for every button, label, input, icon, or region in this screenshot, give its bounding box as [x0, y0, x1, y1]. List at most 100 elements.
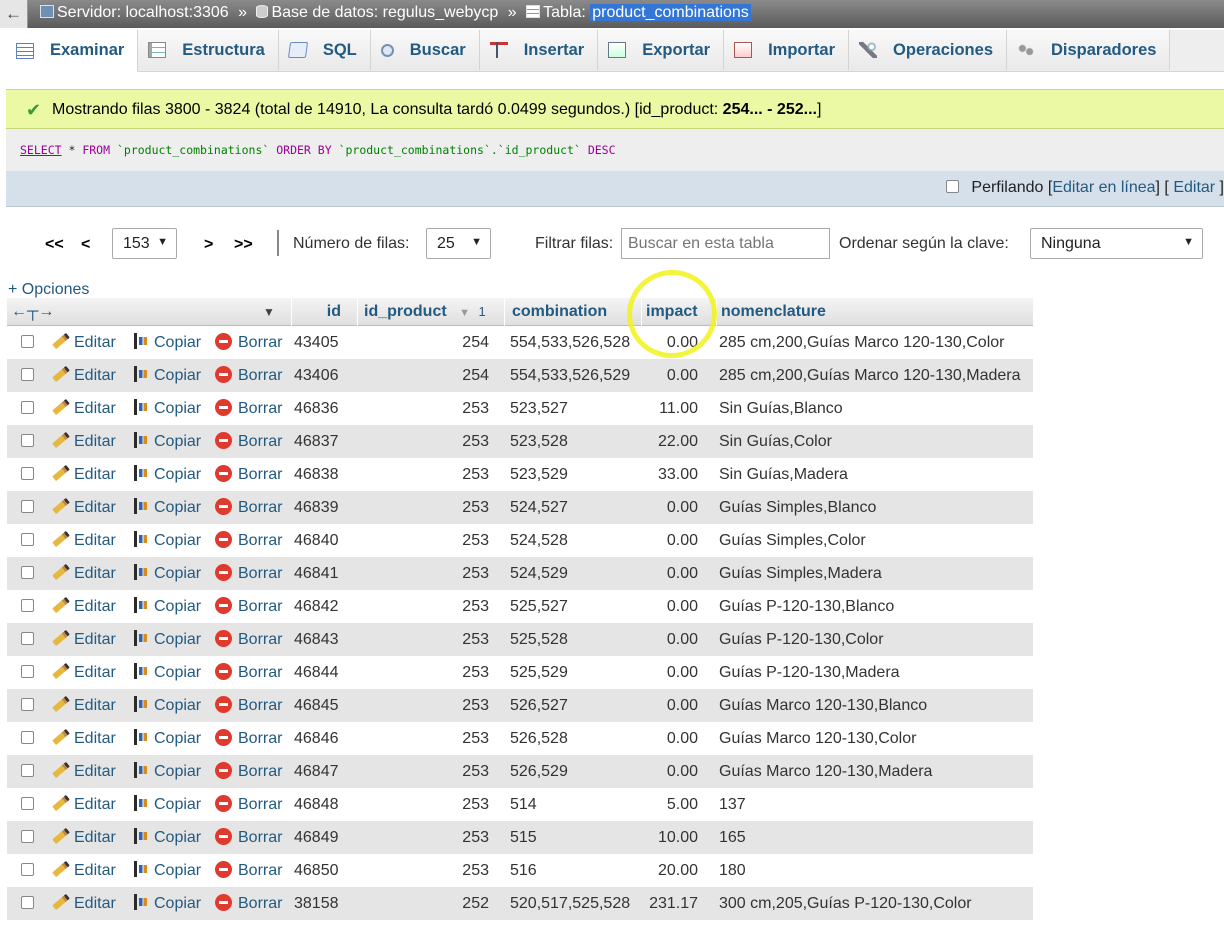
- delete-button[interactable]: Borrar: [215, 887, 282, 920]
- column-resize-icon[interactable]: ←┬→: [11, 298, 59, 326]
- options-link[interactable]: + Opciones: [8, 281, 89, 299]
- delete-button[interactable]: Borrar: [215, 359, 282, 392]
- cell-id-product[interactable]: 253: [357, 623, 489, 656]
- column-header-combination[interactable]: combination: [504, 298, 641, 326]
- cell-id[interactable]: 46842: [294, 590, 339, 623]
- table-row[interactable]: Editar Copiar Borrar 46848 253 514 5.00 137: [7, 788, 1033, 821]
- edit-button[interactable]: Editar: [52, 590, 116, 623]
- copy-button[interactable]: Copiar: [131, 689, 201, 722]
- cell-id-product[interactable]: 253: [357, 689, 489, 722]
- edit-button[interactable]: Editar: [52, 392, 116, 425]
- cell-id[interactable]: 46840: [294, 524, 339, 557]
- delete-button[interactable]: Borrar: [215, 392, 282, 425]
- cell-impact[interactable]: 10.00: [641, 821, 698, 854]
- copy-button[interactable]: Copiar: [131, 359, 201, 392]
- cell-id-product[interactable]: 253: [357, 491, 489, 524]
- column-header-impact[interactable]: impact: [641, 298, 716, 326]
- edit-button[interactable]: Editar: [52, 524, 116, 557]
- tab-exportar[interactable]: Exportar: [598, 30, 725, 70]
- table-row[interactable]: Editar Copiar Borrar 38158 252 520,517,525,52…: [7, 887, 1033, 920]
- cell-impact[interactable]: 11.00: [641, 392, 698, 425]
- cell-nomenclature[interactable]: 180: [719, 854, 746, 887]
- cell-id-product[interactable]: 253: [357, 755, 489, 788]
- delete-button[interactable]: Borrar: [215, 755, 282, 788]
- cell-nomenclature[interactable]: Guías Simples,Color: [719, 524, 866, 557]
- row-checkbox[interactable]: [21, 665, 34, 678]
- cell-impact[interactable]: 0.00: [641, 326, 698, 359]
- copy-button[interactable]: Copiar: [131, 821, 201, 854]
- cell-impact[interactable]: 0.00: [641, 590, 698, 623]
- cell-combination[interactable]: 554,533,526,529: [510, 359, 630, 392]
- cell-impact[interactable]: 0.00: [641, 722, 698, 755]
- cell-id[interactable]: 46843: [294, 623, 339, 656]
- cell-impact[interactable]: 0.00: [641, 755, 698, 788]
- breadcrumb-database[interactable]: Base de datos: regulus_webycp: [271, 4, 498, 21]
- cell-id-product[interactable]: 254: [357, 326, 489, 359]
- delete-button[interactable]: Borrar: [215, 854, 282, 887]
- edit-button[interactable]: Editar: [52, 326, 116, 359]
- edit-button[interactable]: Editar: [52, 722, 116, 755]
- prev-page-button[interactable]: <: [81, 236, 90, 254]
- cell-combination[interactable]: 526,527: [510, 689, 568, 722]
- row-checkbox[interactable]: [21, 566, 34, 579]
- delete-button[interactable]: Borrar: [215, 722, 282, 755]
- cell-id-product[interactable]: 253: [357, 788, 489, 821]
- cell-combination[interactable]: 520,517,525,528: [510, 887, 630, 920]
- table-row[interactable]: Editar Copiar Borrar 46846 253 526,528 0.00 Guí…: [7, 722, 1033, 755]
- copy-button[interactable]: Copiar: [131, 623, 201, 656]
- delete-button[interactable]: Borrar: [215, 623, 282, 656]
- cell-impact[interactable]: 22.00: [641, 425, 698, 458]
- delete-button[interactable]: Borrar: [215, 524, 282, 557]
- tab-operaciones[interactable]: Operaciones: [849, 30, 1007, 70]
- cell-id[interactable]: 46839: [294, 491, 339, 524]
- row-checkbox[interactable]: [21, 467, 34, 480]
- breadcrumb-server[interactable]: Servidor: localhost:3306: [57, 4, 229, 21]
- cell-id[interactable]: 43405: [294, 326, 339, 359]
- delete-button[interactable]: Borrar: [215, 491, 282, 524]
- edit-button[interactable]: Editar: [52, 788, 116, 821]
- copy-button[interactable]: Copiar: [131, 326, 201, 359]
- copy-button[interactable]: Copiar: [131, 392, 201, 425]
- first-page-button[interactable]: <<: [45, 236, 64, 254]
- table-row[interactable]: Editar Copiar Borrar 46844 253 525,529 0.00 Guí…: [7, 656, 1033, 689]
- cell-impact[interactable]: 0.00: [641, 656, 698, 689]
- copy-button[interactable]: Copiar: [131, 656, 201, 689]
- table-row[interactable]: Editar Copiar Borrar 46840 253 524,528 0.00 Guí…: [7, 524, 1033, 557]
- copy-button[interactable]: Copiar: [131, 854, 201, 887]
- row-checkbox[interactable]: [21, 500, 34, 513]
- edit-button[interactable]: Editar: [52, 821, 116, 854]
- cell-combination[interactable]: 524,528: [510, 524, 568, 557]
- last-page-button[interactable]: >>: [234, 236, 253, 254]
- table-row[interactable]: Editar Copiar Borrar 43405 254 554,533,526,52…: [7, 326, 1033, 359]
- cell-combination[interactable]: 526,528: [510, 722, 568, 755]
- cell-nomenclature[interactable]: Guías Simples,Madera: [719, 557, 882, 590]
- cell-combination[interactable]: 525,528: [510, 623, 568, 656]
- tab-disparadores[interactable]: Disparadores: [1007, 30, 1171, 70]
- cell-nomenclature[interactable]: Sin Guías,Blanco: [719, 392, 843, 425]
- cell-impact[interactable]: 20.00: [641, 854, 698, 887]
- tab-insertar[interactable]: Insertar: [479, 30, 599, 70]
- cell-combination[interactable]: 524,527: [510, 491, 568, 524]
- breadcrumb-table-prefix[interactable]: Tabla:: [543, 4, 586, 21]
- cell-nomenclature[interactable]: 285 cm,200,Guías Marco 120-130,Color: [719, 326, 1004, 359]
- cell-nomenclature[interactable]: 285 cm,200,Guías Marco 120-130,Madera: [719, 359, 1021, 392]
- copy-button[interactable]: Copiar: [131, 491, 201, 524]
- cell-combination[interactable]: 514: [510, 788, 537, 821]
- delete-button[interactable]: Borrar: [215, 458, 282, 491]
- cell-id[interactable]: 46836: [294, 392, 339, 425]
- breadcrumb-table-name[interactable]: product_combinations: [590, 4, 751, 21]
- cell-combination[interactable]: 554,533,526,528: [510, 326, 630, 359]
- column-menu-icon[interactable]: ▼: [263, 298, 290, 326]
- tab-sql[interactable]: SQL: [278, 30, 371, 70]
- next-page-button[interactable]: >: [204, 236, 213, 254]
- cell-nomenclature[interactable]: 300 cm,205,Guías P-120-130,Color: [719, 887, 972, 920]
- row-checkbox[interactable]: [21, 401, 34, 414]
- tab-estructura[interactable]: Estructura: [138, 30, 279, 70]
- cell-id-product[interactable]: 253: [357, 557, 489, 590]
- cell-id-product[interactable]: 253: [357, 590, 489, 623]
- row-checkbox[interactable]: [21, 599, 34, 612]
- cell-id-product[interactable]: 252: [357, 887, 489, 920]
- cell-id-product[interactable]: 253: [357, 392, 489, 425]
- edit-button[interactable]: Editar: [52, 656, 116, 689]
- edit-link[interactable]: Editar: [1173, 179, 1215, 196]
